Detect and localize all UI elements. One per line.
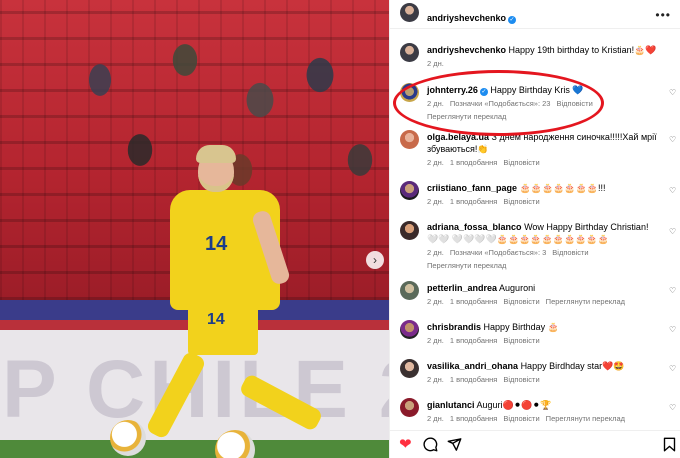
comment-time: 2 дн. <box>427 375 444 384</box>
header-author[interactable]: andriyshevchenko ✓ <box>427 8 517 26</box>
comment-username[interactable]: petterlin_andrea <box>427 283 497 293</box>
comment-likes[interactable]: Позначки «Подобається»: 3 <box>450 248 546 257</box>
heart-outline-icon[interactable]: ♡ <box>669 404 677 412</box>
reply-button[interactable]: Відповісти <box>503 197 539 206</box>
highlight-ellipse <box>393 70 604 136</box>
comment-item: gianlutanci Auguri🔴⚫🔴⚫🏆 2 дн. 1 вподобанн… <box>427 399 661 423</box>
reply-button[interactable]: Відповісти <box>552 248 588 257</box>
heart-outline-icon[interactable]: ♡ <box>669 287 677 295</box>
comment-text: 🎂🎂🎂🎂🎂🎂🎂!!! <box>519 183 606 193</box>
reply-button[interactable]: Відповісти <box>503 414 539 423</box>
shorts-number: 14 <box>207 311 225 328</box>
comment-username[interactable]: chrisbrandis <box>427 322 481 332</box>
share-icon[interactable] <box>447 437 462 456</box>
comment-username[interactable]: adriana_fossa_blanco <box>427 222 522 232</box>
comment-time: 2 дн. <box>427 158 444 167</box>
reply-button[interactable]: Відповісти <box>503 158 539 167</box>
comment-likes[interactable]: 1 вподобання <box>450 297 498 306</box>
caption-username[interactable]: andriyshevchenko <box>427 45 506 55</box>
translate-link[interactable]: Переглянути переклад <box>546 414 625 423</box>
reply-button[interactable]: Відповісти <box>503 375 539 384</box>
post-actions: ❤ <box>390 430 680 458</box>
heart-outline-icon[interactable]: ♡ <box>669 228 677 236</box>
comment-username[interactable]: gianlutanci <box>427 400 475 410</box>
football <box>110 420 146 456</box>
comment-likes[interactable]: 1 вподобання <box>450 158 498 167</box>
caption-time: 2 дн. <box>427 59 444 68</box>
bookmark-icon[interactable] <box>663 437 676 456</box>
avatar[interactable] <box>400 281 419 300</box>
comment-likes[interactable]: 1 вподобання <box>450 375 498 384</box>
comment-item: petterlin_andrea Auguroni 2 дн. 1 вподоба… <box>427 282 661 306</box>
comment-text: Happy Birdhday star❤️🤩 <box>520 361 625 371</box>
heart-outline-icon[interactable]: ♡ <box>669 187 677 195</box>
avatar[interactable] <box>400 398 419 417</box>
comment-item: criistiano_fann_page 🎂🎂🎂🎂🎂🎂🎂!!! 2 дн. 1 в… <box>427 182 661 206</box>
verified-badge-icon: ✓ <box>508 16 517 24</box>
avatar[interactable] <box>400 181 419 200</box>
comment-time: 2 дн. <box>427 197 444 206</box>
comment-item: adriana_fossa_blanco Wow Happy Birthday … <box>427 221 661 270</box>
avatar[interactable] <box>400 130 419 149</box>
comment-text: Auguroni <box>499 283 536 293</box>
player-hair <box>196 145 236 163</box>
comment-username[interactable]: vasilika_andri_ohana <box>427 361 518 371</box>
pitch <box>0 440 389 458</box>
post-side-panel: andriyshevchenko ✓ ••• andriyshevchenko H… <box>389 0 680 458</box>
translate-link[interactable]: Переглянути переклад <box>427 261 661 270</box>
heart-outline-icon[interactable]: ♡ <box>669 89 677 97</box>
heart-outline-icon[interactable]: ♡ <box>669 136 677 144</box>
caption-text: Happy 19th birthday to Kristian!🎂❤️ <box>508 45 657 55</box>
comment-likes[interactable]: 1 вподобання <box>450 336 498 345</box>
comment-likes[interactable]: 1 вподобання <box>450 414 498 423</box>
comment-time: 2 дн. <box>427 248 444 257</box>
comment-username[interactable]: criistiano_fann_page <box>427 183 517 193</box>
comment-time: 2 дн. <box>427 414 444 423</box>
heart-filled-icon[interactable]: ❤ <box>399 437 412 453</box>
comment-likes[interactable]: 1 вподобання <box>450 197 498 206</box>
comment-icon[interactable] <box>423 437 438 456</box>
comment-time: 2 дн. <box>427 297 444 306</box>
comment-text: Auguri🔴⚫🔴⚫🏆 <box>476 400 552 410</box>
avatar[interactable] <box>400 359 419 378</box>
avatar[interactable] <box>400 43 419 62</box>
heart-outline-icon[interactable]: ♡ <box>669 326 677 334</box>
translate-link[interactable]: Переглянути переклад <box>546 297 625 306</box>
comment-text: Happy Birthday 🎂 <box>483 322 559 332</box>
comment-item: olga.belaya.ua З днем народження синочка… <box>427 131 661 167</box>
chevron-right-icon[interactable]: › <box>366 251 384 269</box>
comment-item: chrisbrandis Happy Birthday 🎂 2 дн. 1 впо… <box>427 321 661 345</box>
post-caption: andriyshevchenko Happy 19th birthday to … <box>427 44 661 68</box>
more-options-icon[interactable]: ••• <box>655 8 671 22</box>
avatar[interactable] <box>400 221 419 240</box>
reply-button[interactable]: Відповісти <box>503 336 539 345</box>
post-photo[interactable]: P CHILE 20 14 14 › <box>0 0 389 458</box>
reply-button[interactable]: Відповісти <box>503 297 539 306</box>
post-header: andriyshevchenko ✓ ••• <box>390 0 680 29</box>
author-username[interactable]: andriyshevchenko <box>427 13 506 23</box>
comment-item: vasilika_andri_ohana Happy Birdhday star… <box>427 360 661 384</box>
avatar[interactable] <box>400 3 419 22</box>
avatar[interactable] <box>400 320 419 339</box>
comment-time: 2 дн. <box>427 336 444 345</box>
shirt-number: 14 <box>205 233 228 255</box>
heart-outline-icon[interactable]: ♡ <box>669 365 677 373</box>
